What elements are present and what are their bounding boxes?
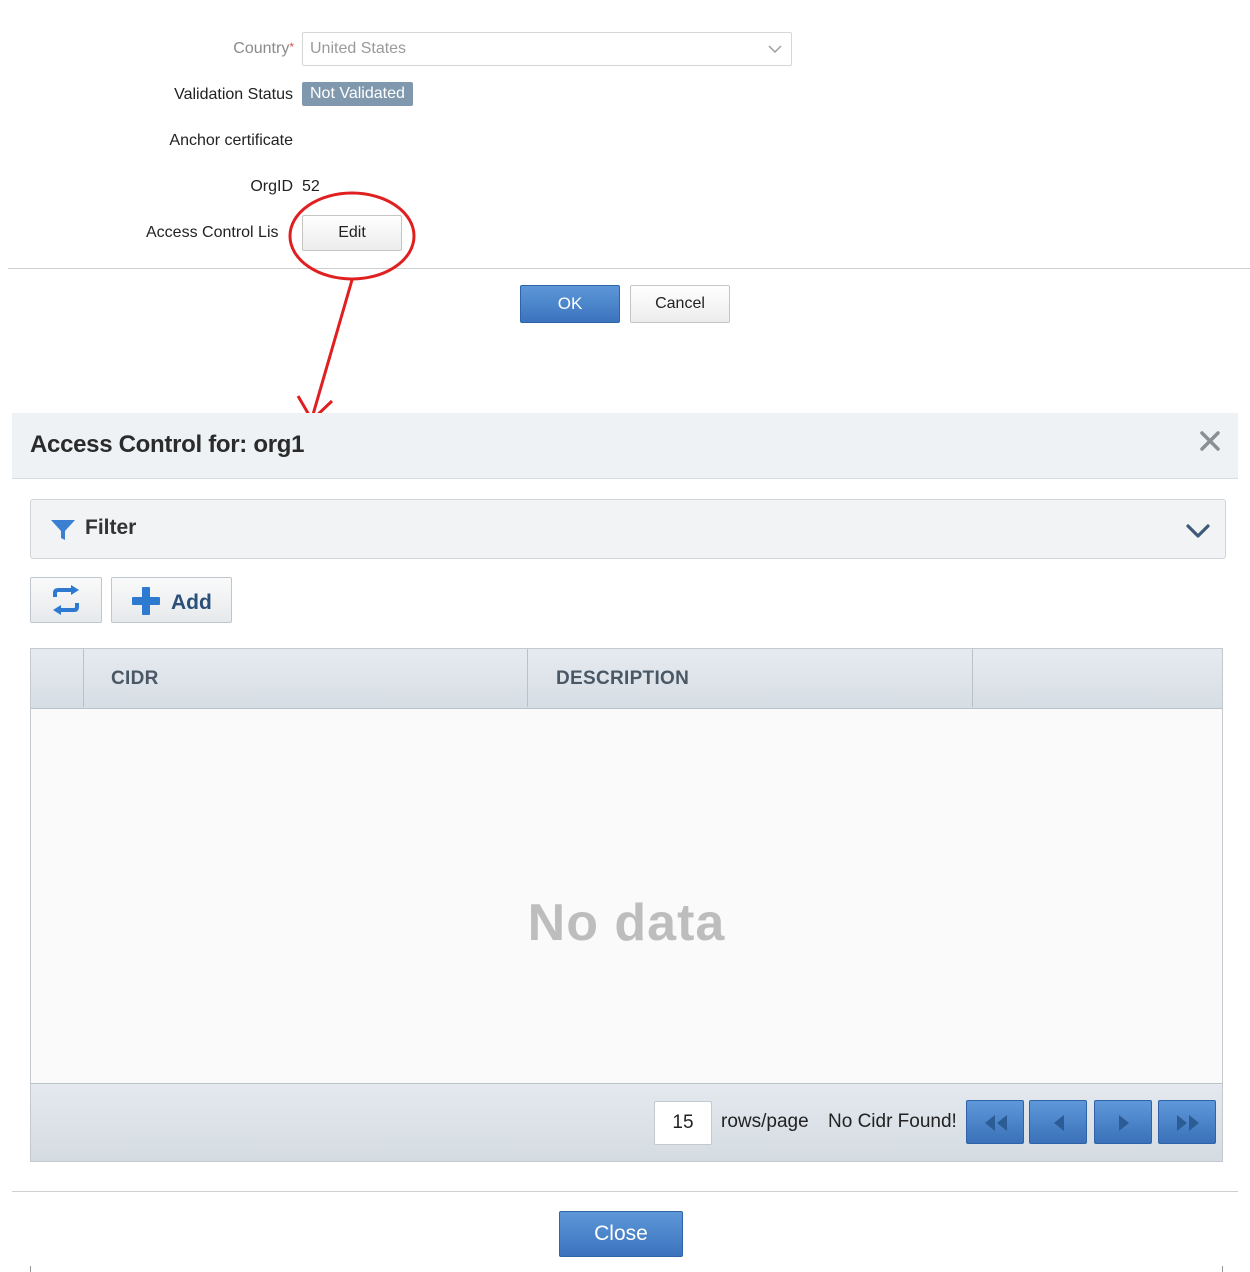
column-separator <box>83 649 84 707</box>
grid-footer: 15 rows/page No Cidr Found! <box>31 1083 1222 1161</box>
next-page-icon <box>1119 1115 1129 1131</box>
country-select[interactable]: United States <box>302 32 792 66</box>
edge-tick <box>1222 1266 1223 1272</box>
add-button-label: Add <box>171 591 212 614</box>
refresh-icon <box>53 585 79 615</box>
column-header-cidr[interactable]: CIDR <box>111 668 159 690</box>
filter-label: Filter <box>85 516 137 539</box>
edge-tick <box>30 1266 31 1272</box>
first-page-button[interactable] <box>966 1100 1024 1144</box>
rows-per-page-input[interactable]: 15 <box>654 1101 712 1145</box>
filter-icon <box>51 520 75 540</box>
close-icon[interactable] <box>1196 427 1224 455</box>
annotation-overlay <box>288 191 416 423</box>
access-control-list-label: Access Control Lis <box>146 224 279 241</box>
last-page-icon <box>1177 1115 1199 1131</box>
country-label: Country* <box>233 40 294 57</box>
filter-bar[interactable]: Filter <box>30 499 1226 559</box>
ok-button[interactable]: OK <box>520 285 620 323</box>
empty-state-text: No data <box>527 894 726 952</box>
column-header-description[interactable]: DESCRIPTION <box>556 668 689 690</box>
next-page-button[interactable] <box>1094 1100 1152 1144</box>
refresh-button[interactable] <box>30 577 102 623</box>
edit-button[interactable]: Edit <box>302 215 402 251</box>
column-separator <box>527 649 528 707</box>
plus-icon <box>132 587 160 615</box>
orgid-label: OrgID <box>250 178 293 195</box>
rows-per-page-label: rows/page <box>721 1111 809 1132</box>
last-page-button[interactable] <box>1158 1100 1216 1144</box>
required-mark: * <box>289 40 294 54</box>
chevron-down-icon <box>768 45 782 53</box>
annotation-arrow-line <box>310 279 354 419</box>
previous-page-button[interactable] <box>1029 1100 1087 1144</box>
validation-status-badge: Not Validated <box>302 82 413 106</box>
column-separator <box>972 649 973 707</box>
first-page-icon <box>985 1115 1007 1131</box>
form-divider <box>8 268 1250 269</box>
close-button[interactable]: Close <box>559 1211 683 1257</box>
orgid-value: 52 <box>302 178 320 195</box>
grid-header: CIDR DESCRIPTION <box>31 649 1222 709</box>
anchor-certificate-label: Anchor certificate <box>169 132 293 149</box>
chevron-down-icon <box>1186 524 1210 538</box>
dialog-title: Access Control for: org1 <box>30 431 305 458</box>
acl-grid: CIDR DESCRIPTION No data 15 rows/page No… <box>30 648 1223 1162</box>
country-select-value: United States <box>310 40 407 57</box>
dialog-footer-divider <box>12 1191 1238 1192</box>
validation-status-label: Validation Status <box>174 86 293 103</box>
previous-page-icon <box>1054 1115 1064 1131</box>
grid-status-text: No Cidr Found! <box>828 1111 957 1132</box>
dialog-header: Access Control for: org1 <box>12 413 1238 479</box>
cancel-button[interactable]: Cancel <box>630 285 730 323</box>
add-button[interactable]: Add <box>111 577 232 623</box>
